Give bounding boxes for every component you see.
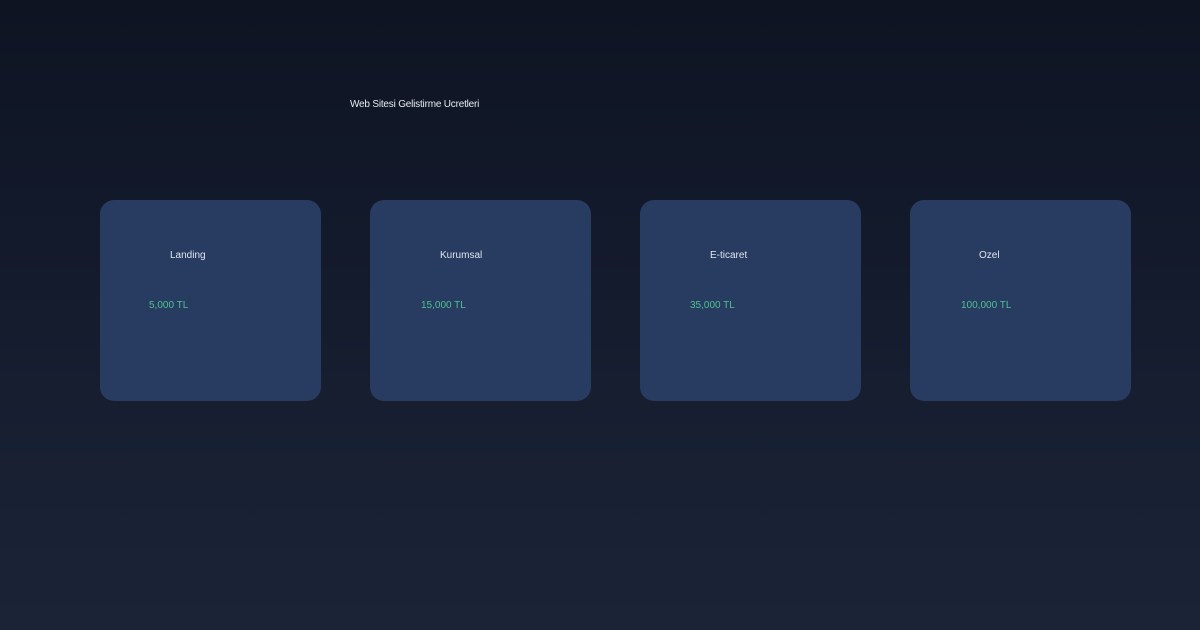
page-title: Web Sitesi Gelistirme Ucretleri xyxy=(350,99,480,110)
plan-name: Landing xyxy=(170,250,206,261)
pricing-card-landing[interactable]: Landing 5,000 TL xyxy=(100,200,321,401)
plan-price: 15,000 TL xyxy=(421,300,466,311)
plan-name: Ozel xyxy=(979,250,1000,261)
plan-price: 5,000 TL xyxy=(149,300,189,311)
plan-name: Kurumsal xyxy=(440,250,483,261)
pricing-card-ozel[interactable]: Ozel 100,000 TL xyxy=(910,200,1131,401)
plan-price: 35,000 TL xyxy=(690,300,735,311)
pricing-card-e-ticaret[interactable]: E-ticaret 35,000 TL xyxy=(640,200,861,401)
plan-name: E-ticaret xyxy=(710,250,748,261)
plan-price: 100,000 TL xyxy=(961,300,1012,311)
pricing-card-kurumsal[interactable]: Kurumsal 15,000 TL xyxy=(370,200,591,401)
